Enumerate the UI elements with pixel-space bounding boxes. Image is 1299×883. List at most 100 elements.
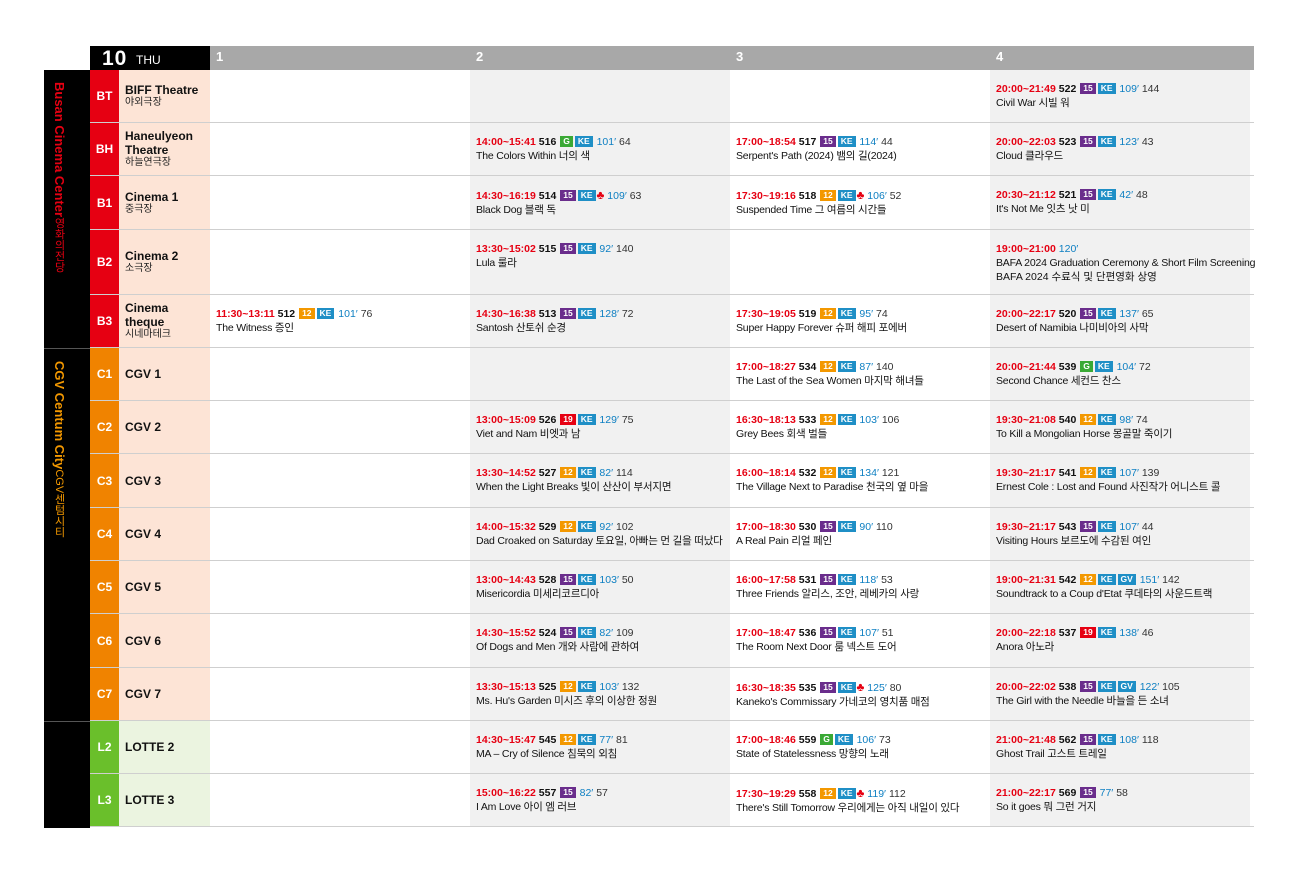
screening[interactable]: 20:00~22:18 537 19 KE 138′ 46 Anora 아노라 — [996, 626, 1248, 654]
screen-name: CGV 1 — [119, 348, 210, 400]
rating-badge: G — [820, 734, 833, 745]
screening[interactable]: 20:00~22:03 523 15 KE 123′ 43 Cloud 클라우드 — [996, 135, 1248, 163]
venue-name-kr: CGV센텀시티 — [53, 469, 65, 538]
film-title: The Village Next to Paradise 천국의 옆 마을 — [736, 481, 929, 493]
rating-badge: KE — [834, 734, 853, 745]
screen-name: Cinema theque 시네마테크 — [119, 295, 210, 347]
screening[interactable]: 16:30~18:35 535 15 KE ♣ 125′ 80 Kaneko's Co… — [736, 680, 988, 709]
screening[interactable]: 14:00~15:32 529 12 KE 92′ 102 Dad Croaked … — [476, 520, 728, 548]
screening[interactable]: 16:30~18:13 533 12 KE 103′ 106 Grey Bees 회… — [736, 413, 988, 441]
screening[interactable]: 17:00~18:46 559 G KE 106′ 73 State of Stat… — [736, 733, 988, 761]
screening[interactable]: 13:00~15:09 526 19 KE 129′ 75 Viet and Nam… — [476, 413, 728, 441]
rating-badge: 12 — [1080, 574, 1096, 585]
screening[interactable]: 14:00~15:41 516 G KE 101′ 64 The Colors Wi… — [476, 135, 728, 163]
screening[interactable]: 19:00~21:31 542 12 KE GV 151′ 142 Soundtrac… — [996, 573, 1248, 601]
screening[interactable]: 20:30~21:12 521 15 KE 42′ 48 It's Not Me 잇… — [996, 188, 1248, 216]
screening[interactable]: 17:00~18:30 530 15 KE 90′ 110 A Real Pain … — [736, 520, 988, 548]
seat-count: 140 — [876, 361, 894, 373]
screen-code: C5 — [90, 561, 119, 613]
screening[interactable]: 11:30~13:11 512 12 KE 101′ 76 The Witness … — [216, 307, 468, 335]
slot-cell — [210, 176, 470, 229]
screen-row: C2 CGV 2 13:00~15:09 526 19 KE 129′ 75 Viet … — [90, 401, 1254, 454]
screening[interactable]: 17:00~18:27 534 12 KE 87′ 140 The Last of … — [736, 360, 988, 388]
screening[interactable]: 20:00~22:02 538 15 KE GV 122′ 105 The Girl … — [996, 680, 1248, 708]
screening[interactable]: 17:30~19:29 558 12 KE ♣ 119′ 112 There's St… — [736, 786, 988, 815]
screening[interactable]: 20:00~22:17 520 15 KE 137′ 65 Desert of Na… — [996, 307, 1248, 335]
screening[interactable]: 19:30~21:08 540 12 KE 98′ 74 To Kill a Mon… — [996, 413, 1248, 441]
film-title: MA – Cry of Silence 침묵의 외침 — [476, 748, 618, 760]
screening[interactable]: 13:00~14:43 528 15 KE 103′ 50 Misericordia… — [476, 573, 728, 601]
screen-name-en: CGV 1 — [125, 367, 162, 381]
screening[interactable]: 14:30~16:38 513 15 KE 128′ 72 Santosh 산토쉬 … — [476, 307, 728, 335]
screening[interactable]: 17:00~18:54 517 15 KE 114′ 44 Serpent's Pa… — [736, 135, 988, 163]
runtime: 90′ — [859, 521, 874, 533]
screening-info: 17:00~18:30 530 15 KE 90′ 110 — [736, 520, 988, 534]
screening[interactable]: 17:00~18:47 536 15 KE 107′ 51 The Room Nex… — [736, 626, 988, 654]
slot-cell: 13:30~15:13 525 12 KE 103′ 132 Ms. Hu's Ga… — [470, 668, 730, 720]
screening[interactable]: 19:30~21:17 541 12 KE 107′ 139 Ernest Cole… — [996, 466, 1248, 494]
slot-cell: 11:30~13:11 512 12 KE 101′ 76 The Witness … — [210, 295, 470, 347]
screening[interactable]: 19:30~21:17 543 15 KE 107′ 44 Visiting Hou… — [996, 520, 1248, 548]
seat-count: 118 — [1141, 734, 1159, 746]
screening-time: 17:00~18:27 — [736, 361, 796, 373]
screening[interactable]: 14:30~15:52 524 15 KE 82′ 109 Of Dogs and … — [476, 626, 728, 654]
screening[interactable]: 14:30~15:47 545 12 KE 77′ 81 MA – Cry of S… — [476, 733, 728, 761]
rating-badge: GV — [1117, 681, 1136, 692]
screening[interactable]: 19:00~21:00 120′ BAFA 2024 Graduation Cer… — [996, 242, 1255, 284]
rating-badge: KE — [1097, 574, 1116, 585]
screening[interactable]: 17:30~19:05 519 12 KE 95′ 74 Super Happy F… — [736, 307, 988, 335]
screen-name: CGV 2 — [119, 401, 210, 453]
screen-code: C1 — [90, 348, 119, 400]
screening-time: 20:00~22:17 — [996, 308, 1056, 320]
rating-badge: 15 — [1080, 308, 1096, 319]
seat-count: 74 — [1136, 414, 1148, 426]
screening[interactable]: 20:00~21:49 522 15 KE 109′ 144 Civil War 시… — [996, 82, 1248, 110]
rating-badge: 12 — [1080, 414, 1096, 425]
slot-cell: 20:00~22:18 537 19 KE 138′ 46 Anora 아노라 — [990, 614, 1250, 667]
club-icon: ♣ — [596, 188, 605, 202]
screening[interactable]: 17:30~19:16 518 12 KE ♣ 106′ 52 Suspended T… — [736, 188, 988, 217]
rating-badge: 12 — [820, 361, 836, 372]
screening-time: 16:00~17:58 — [736, 574, 796, 586]
slot-cell: 17:00~18:27 534 12 KE 87′ 140 The Last of … — [730, 348, 990, 400]
screen-name: LOTTE 3 — [119, 774, 210, 826]
screen-code: B1 — [90, 176, 119, 229]
screening[interactable]: 21:00~22:17 569 15 77′ 58 So it goes 뭐 그런… — [996, 786, 1248, 814]
runtime: 109′ — [1119, 83, 1139, 95]
screening-time: 17:00~18:54 — [736, 136, 796, 148]
runtime: 106′ — [856, 734, 877, 746]
screen-row: C3 CGV 3 13:30~14:52 527 12 KE 82′ 114 When … — [90, 454, 1254, 508]
screening-info: 20:00~21:49 522 15 KE 109′ 144 — [996, 82, 1248, 96]
film-code: 532 — [798, 467, 817, 479]
screen-code: C3 — [90, 454, 119, 507]
slot-cell — [210, 123, 470, 175]
rating-badge: KE — [1097, 83, 1116, 94]
screening-info: 13:00~14:43 528 15 KE 103′ 50 — [476, 573, 728, 587]
screening[interactable]: 13:30~15:13 525 12 KE 103′ 132 Ms. Hu's Ga… — [476, 680, 728, 708]
slot-cell: 16:30~18:35 535 15 KE ♣ 125′ 80 Kaneko's Co… — [730, 668, 990, 720]
screening[interactable]: 14:30~16:19 514 15 KE ♣ 109′ 63 Black Dog 블… — [476, 188, 728, 217]
screening[interactable]: 13:30~15:02 515 15 KE 92′ 140 Lula 룰라 — [476, 242, 728, 270]
film-code: 540 — [1058, 414, 1077, 426]
rating-badge: KE — [577, 681, 596, 692]
screening-info: 14:00~15:41 516 G KE 101′ 64 — [476, 135, 728, 149]
slot-header-4: 4 — [996, 49, 1004, 64]
screening[interactable]: 13:30~14:52 527 12 KE 82′ 114 When the Lig… — [476, 466, 728, 494]
screening-time: 20:00~21:44 — [996, 361, 1056, 373]
seat-count: 112 — [888, 788, 906, 800]
film-title: Desert of Namibia 나미비아의 사막 — [996, 322, 1149, 334]
rating-badge: KE — [1097, 414, 1116, 425]
screening[interactable]: 21:00~21:48 562 15 KE 108′ 118 Ghost Trail… — [996, 733, 1248, 761]
screening[interactable]: 15:00~16:22 557 15 82′ 57 I Am Love 아이 엠 … — [476, 786, 728, 814]
screening[interactable]: 16:00~17:58 531 15 KE 118′ 53 Three Friend… — [736, 573, 988, 601]
rating-badge: 15 — [1080, 681, 1096, 692]
screen-name-en: CGV 5 — [125, 580, 162, 594]
screening-info: 16:30~18:35 535 15 KE ♣ 125′ 80 — [736, 680, 988, 695]
screening[interactable]: 20:00~21:44 539 G KE 104′ 72 Second Chance… — [996, 360, 1248, 388]
runtime: 122′ — [1139, 681, 1160, 693]
screening[interactable]: 16:00~18:14 532 12 KE 134′ 121 The Village… — [736, 466, 988, 494]
screening-time: 14:30~15:47 — [476, 734, 536, 746]
runtime: 107′ — [859, 627, 879, 639]
venue-label: Busan Cinema Center영화의전당 — [44, 70, 90, 348]
rating-badge: KE — [837, 414, 856, 425]
